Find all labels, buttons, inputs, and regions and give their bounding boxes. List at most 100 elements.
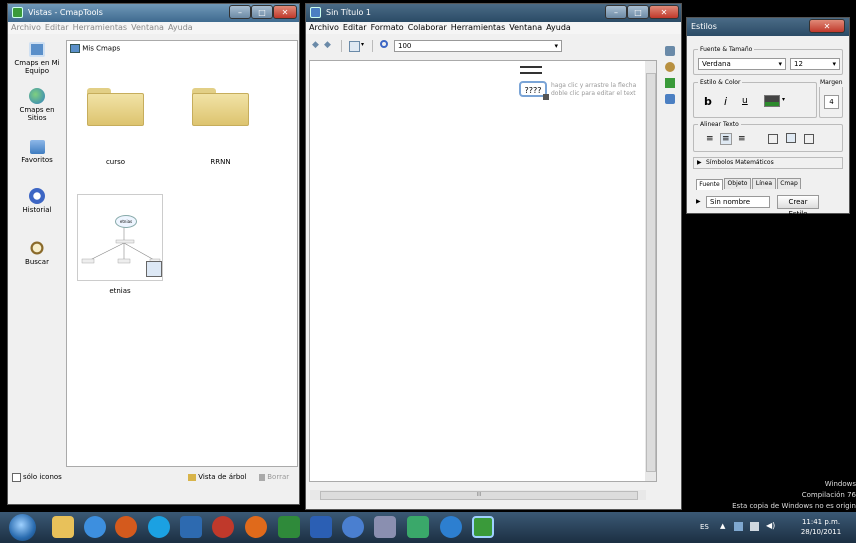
icons-only-checkbox[interactable] <box>12 473 21 482</box>
layout-dropdown-icon[interactable] <box>349 41 360 52</box>
link-arrow-handle[interactable] <box>520 66 542 74</box>
app2-icon[interactable] <box>342 516 364 538</box>
align-center-icon[interactable]: ≡ <box>720 133 732 145</box>
clock-time: 11:41 p.m. <box>801 518 841 526</box>
folder-label-rrnn[interactable]: RRNN <box>192 158 249 166</box>
style-name-input[interactable]: Sin nombre <box>706 196 770 208</box>
menu-formato[interactable]: Formato <box>371 23 404 32</box>
app4-icon[interactable] <box>407 516 429 538</box>
menu-ventana[interactable]: Ventana <box>131 23 164 32</box>
tab-linea[interactable]: Línea <box>752 178 776 189</box>
size-select[interactable]: 12 ▾ <box>790 58 840 70</box>
network-icon[interactable] <box>734 522 743 531</box>
vistas-titlebar[interactable]: Vistas - CmapTools – □ ✕ <box>8 4 299 22</box>
resize-handle[interactable] <box>543 94 549 100</box>
margin-input[interactable]: 4 <box>824 95 839 109</box>
menu-archivo[interactable]: Archivo <box>309 23 339 32</box>
cmap-label-etnias[interactable]: etnias <box>77 287 163 295</box>
sidebar-item-my-computer[interactable]: Cmaps en Mi Equipo <box>11 42 63 75</box>
link-icon[interactable] <box>665 62 675 72</box>
editor-titlebar[interactable]: Sin Título 1 – □ ✕ <box>306 4 681 22</box>
horizontal-scrollbar[interactable]: III <box>310 490 646 500</box>
cmaptools-taskbar-icon[interactable] <box>472 516 494 538</box>
align-right-icon[interactable]: ≡ <box>738 134 746 144</box>
minimize-button[interactable]: – <box>605 5 627 19</box>
valign-top-icon[interactable] <box>768 134 778 144</box>
firefox-icon[interactable] <box>245 516 267 538</box>
cmap-editor-window: Sin Título 1 – □ ✕ Archivo Editar Formato C… <box>305 3 682 510</box>
vertical-scrollbar[interactable] <box>645 61 656 481</box>
create-style-button[interactable]: Crear Estilo <box>777 195 819 218</box>
cmap-thumbnail[interactable]: etnias <box>77 194 163 281</box>
close-button[interactable]: ✕ <box>273 5 297 19</box>
maximize-button[interactable]: □ <box>251 5 273 19</box>
breadcrumb[interactable]: Mis Cmaps <box>70 44 120 53</box>
tab-cmap[interactable]: Cmap <box>777 178 801 189</box>
sidebar-item-sites[interactable]: Cmaps en Sitios <box>11 88 63 122</box>
styles-titlebar[interactable]: Estilos ✕ <box>687 18 849 36</box>
forward-arrow-icon[interactable]: ◆ <box>324 40 331 50</box>
menu-ayuda[interactable]: Ayuda <box>168 23 193 32</box>
scroll-thumb[interactable] <box>646 73 656 472</box>
app3-icon[interactable] <box>374 516 396 538</box>
expand-arrow-icon[interactable]: ▶ <box>696 198 701 205</box>
ie-icon[interactable] <box>84 516 106 538</box>
align-left-icon[interactable]: ≡ <box>706 134 714 144</box>
italic-button[interactable]: i <box>724 95 727 108</box>
app5-icon[interactable] <box>440 516 462 538</box>
folder-icon[interactable] <box>192 88 249 126</box>
menu-editar[interactable]: Editar <box>45 23 69 32</box>
delete-button[interactable]: Borrar <box>259 473 289 481</box>
media-icon[interactable] <box>180 516 202 538</box>
cmaps-folder-icon <box>70 44 80 53</box>
tab-objeto[interactable]: Objeto <box>724 178 751 189</box>
discuss-icon[interactable] <box>665 94 675 104</box>
valign-bottom-icon[interactable] <box>804 134 814 144</box>
minimize-button[interactable]: – <box>229 5 251 19</box>
power-icon[interactable] <box>750 522 759 531</box>
menu-ventana[interactable]: Ventana <box>509 23 542 32</box>
folder-label-curso[interactable]: curso <box>87 158 144 166</box>
excel-icon[interactable] <box>278 516 300 538</box>
tab-fuente[interactable]: Fuente <box>696 179 723 190</box>
chevron-down-icon[interactable]: ▾ <box>361 41 364 48</box>
language-indicator[interactable]: ES <box>700 523 709 531</box>
valign-middle-icon[interactable] <box>786 133 796 143</box>
resource-icon[interactable] <box>665 78 675 88</box>
cmap-canvas[interactable] <box>309 60 657 482</box>
zoom-select[interactable]: 100 ▾ <box>394 40 562 52</box>
clock[interactable]: 11:41 p.m. 28/10/2011 <box>792 517 850 537</box>
back-arrow-icon[interactable]: ◆ <box>312 40 319 50</box>
menu-herramientas[interactable]: Herramientas <box>73 23 128 32</box>
bold-button[interactable]: b <box>704 95 712 108</box>
close-button[interactable]: ✕ <box>649 5 679 19</box>
menu-colaborar[interactable]: Colaborar <box>408 23 447 32</box>
sidebar-item-search[interactable]: Buscar <box>11 240 63 266</box>
folder-icon[interactable] <box>87 88 144 126</box>
skype-icon[interactable] <box>148 516 170 538</box>
tray-up-arrow-icon[interactable]: ▲ <box>720 522 725 530</box>
menu-herramientas[interactable]: Herramientas <box>451 23 506 32</box>
sidebar-item-favorites[interactable]: Favoritos <box>11 140 63 164</box>
menu-archivo[interactable]: Archivo <box>11 23 41 32</box>
volume-icon[interactable]: ◀) <box>766 521 775 530</box>
sidebar-item-history[interactable]: Historial <box>11 188 63 214</box>
close-button[interactable]: ✕ <box>809 19 845 33</box>
font-select[interactable]: Verdana ▾ <box>698 58 786 70</box>
cleaner-icon[interactable] <box>212 516 234 538</box>
maximize-button[interactable]: □ <box>627 5 649 19</box>
chevron-down-icon[interactable]: ▾ <box>782 96 785 103</box>
tree-view-button[interactable]: Vista de árbol <box>188 473 247 481</box>
start-button[interactable] <box>9 514 36 541</box>
scroll-thumb[interactable]: III <box>320 491 638 500</box>
word-icon[interactable] <box>310 516 332 538</box>
app-icon[interactable] <box>115 516 137 538</box>
color-picker-button[interactable] <box>764 95 780 107</box>
underline-button[interactable]: u <box>742 96 748 106</box>
explorer-icon[interactable] <box>52 516 74 538</box>
menu-ayuda[interactable]: Ayuda <box>546 23 571 32</box>
cmap-file-icon <box>146 261 162 277</box>
styles-icon[interactable] <box>665 46 675 56</box>
menu-editar[interactable]: Editar <box>343 23 367 32</box>
math-symbols-row[interactable]: ▶ Símbolos Matemáticos <box>693 157 843 169</box>
